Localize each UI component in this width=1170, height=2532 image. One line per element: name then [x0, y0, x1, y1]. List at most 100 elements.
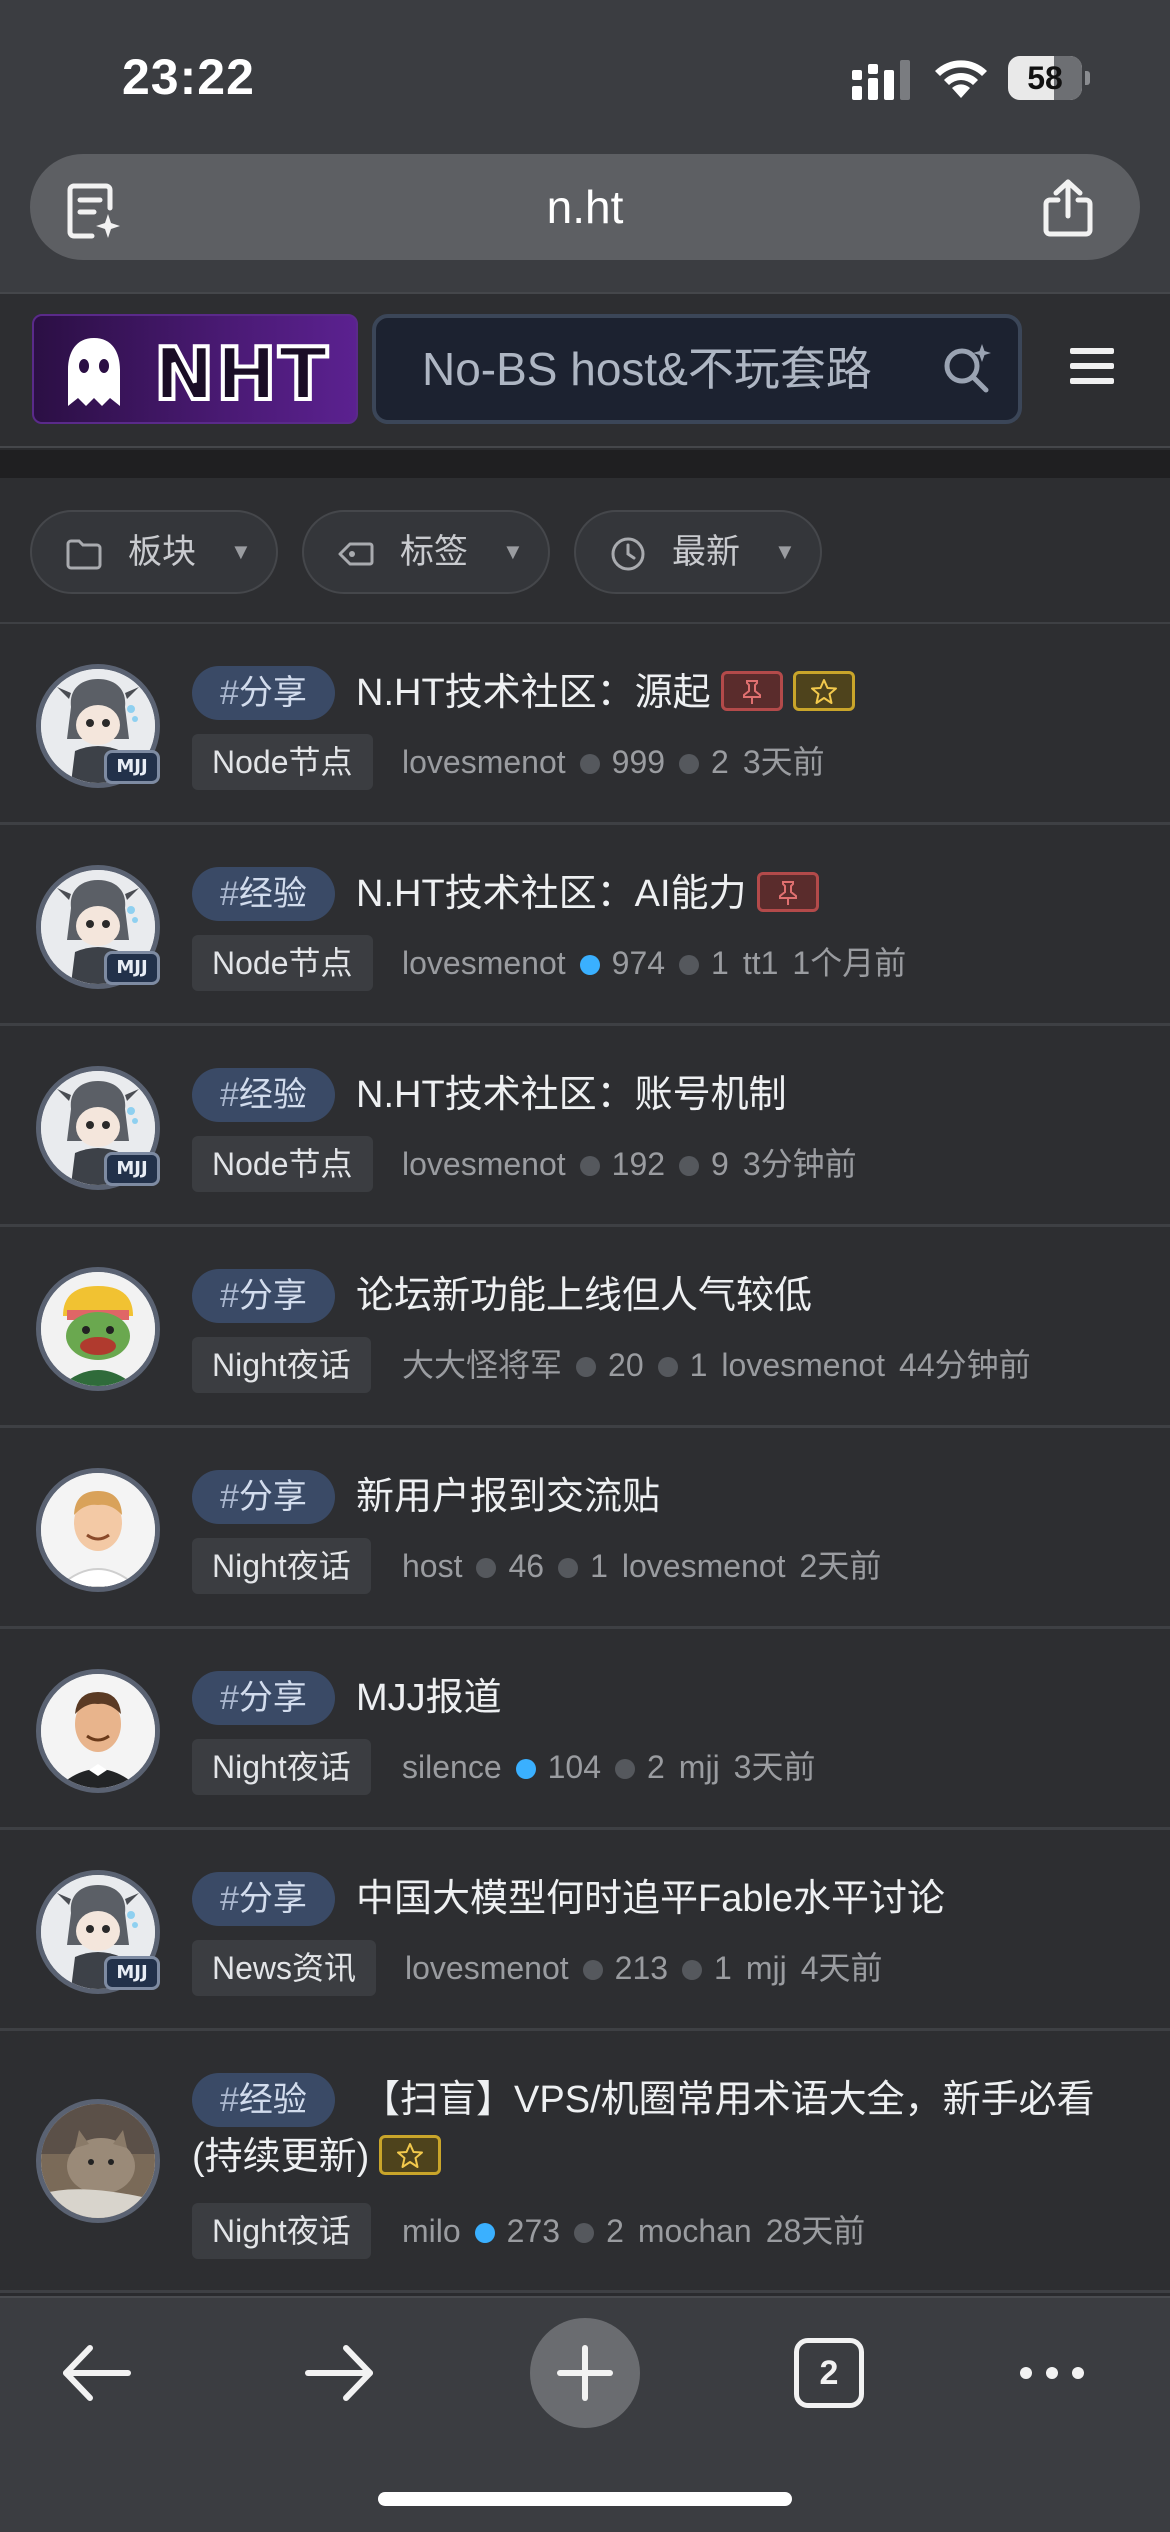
- url-text[interactable]: n.ht: [30, 154, 1140, 260]
- star-icon: [397, 2142, 424, 2168]
- post-tag[interactable]: #经验: [192, 1068, 335, 1122]
- post-replies: 2: [647, 1749, 665, 1785]
- logo-text: NHT: [152, 330, 330, 418]
- last-reply-user[interactable]: mjj: [746, 1950, 787, 1986]
- post-title[interactable]: MJJ报道: [356, 1671, 502, 1725]
- post-row[interactable]: #经验 【扫盲】VPS/机圈常用术语大全，新手必看 (持续更新) Night夜话…: [0, 2031, 1170, 2293]
- post-views: 999: [611, 744, 666, 780]
- avatar[interactable]: [36, 1267, 160, 1391]
- post-tag[interactable]: #分享: [192, 666, 335, 720]
- filter-tag-dropdown[interactable]: 标签 ▼: [302, 510, 550, 594]
- battery-icon: 58: [1008, 56, 1090, 100]
- last-reply-user[interactable]: tt1: [743, 945, 779, 981]
- post-author[interactable]: lovesmenot: [402, 945, 566, 981]
- battery-level: 58: [1027, 60, 1063, 96]
- last-reply-user[interactable]: mochan: [638, 2213, 752, 2249]
- search-input[interactable]: No-BS host&不玩套路: [372, 314, 1022, 424]
- post-title-continued[interactable]: (持续更新): [192, 2129, 442, 2185]
- avatar-badge: MJJ: [104, 1152, 160, 1186]
- post-row[interactable]: MJJ #经验 N.HT技术社区：AI能力 Node节点 lovesmenot 9…: [0, 825, 1170, 1026]
- post-title[interactable]: N.HT技术社区：AI能力: [356, 867, 819, 921]
- filter-category-label: 板块: [128, 533, 196, 571]
- post-row[interactable]: #分享 新用户报到交流贴 Night夜话 host 46 1 lovesmenot 2天…: [0, 1428, 1170, 1629]
- post-author[interactable]: milo: [402, 2213, 461, 2249]
- new-tab-button[interactable]: [530, 2318, 640, 2428]
- post-category[interactable]: Node节点: [192, 935, 373, 991]
- ai-search-icon[interactable]: [940, 342, 994, 396]
- post-author[interactable]: silence: [402, 1749, 502, 1785]
- post-author[interactable]: lovesmenot: [405, 1950, 569, 1986]
- tab-switcher-button[interactable]: 2: [794, 2338, 864, 2408]
- post-title[interactable]: 新用户报到交流贴: [356, 1470, 660, 1524]
- post-tag[interactable]: #分享: [192, 1872, 335, 1926]
- post-row[interactable]: #分享 MJJ报道 Night夜话 silence 104 2 mjj 3天前: [0, 1629, 1170, 1830]
- filter-category-dropdown[interactable]: 板块 ▼: [30, 510, 278, 594]
- general-avatar-icon: [41, 1272, 155, 1386]
- post-tag[interactable]: #分享: [192, 1470, 335, 1524]
- post-author[interactable]: 大大怪将军: [402, 1347, 562, 1383]
- post-meta: lovesmenot 999 2 3天前: [402, 734, 825, 790]
- site-header: NHT No-BS host&不玩套路: [0, 292, 1170, 448]
- more-options-icon[interactable]: [1016, 2358, 1088, 2388]
- post-category[interactable]: Node节点: [192, 1136, 373, 1192]
- status-bar: 23:22 58: [0, 0, 1170, 140]
- address-bar[interactable]: n.ht: [30, 154, 1140, 260]
- post-time: 3天前: [742, 744, 825, 780]
- hamburger-menu-icon[interactable]: [1070, 346, 1114, 386]
- post-tag[interactable]: #经验: [192, 2073, 335, 2127]
- avatar[interactable]: [36, 2099, 160, 2223]
- share-icon[interactable]: [1040, 178, 1096, 238]
- post-category[interactable]: Night夜话: [192, 2203, 371, 2259]
- filter-sort-dropdown[interactable]: 最新 ▼: [574, 510, 822, 594]
- back-arrow-icon[interactable]: [58, 2338, 134, 2408]
- post-tag[interactable]: #分享: [192, 1269, 335, 1323]
- avatar[interactable]: [36, 1468, 160, 1592]
- post-row[interactable]: MJJ #分享 N.HT技术社区：源起 Node节点 lovesmenot 999…: [0, 624, 1170, 825]
- post-title[interactable]: N.HT技术社区：源起: [356, 666, 855, 720]
- folder-icon: [66, 539, 102, 570]
- post-author[interactable]: lovesmenot: [402, 1146, 566, 1182]
- post-author[interactable]: lovesmenot: [402, 744, 566, 780]
- clock-icon: [611, 537, 645, 571]
- pin-icon: [742, 679, 761, 704]
- last-reply-user[interactable]: lovesmenot: [622, 1548, 786, 1584]
- post-time: 28天前: [765, 2213, 866, 2249]
- pinned-badge: [756, 871, 819, 912]
- post-tag[interactable]: #经验: [192, 867, 335, 921]
- post-time: 3分钟前: [742, 1146, 857, 1182]
- post-meta: host 46 1 lovesmenot 2天前: [402, 1538, 881, 1594]
- post-tag[interactable]: #分享: [192, 1671, 335, 1725]
- post-title[interactable]: 论坛新功能上线但人气较低: [356, 1269, 812, 1323]
- last-reply-user[interactable]: lovesmenot: [721, 1347, 885, 1383]
- filter-sort-label: 最新: [672, 533, 740, 571]
- post-views: 974: [611, 945, 666, 981]
- post-replies: 1: [711, 945, 729, 981]
- post-meta: lovesmenot 974 1 tt1 1个月前: [402, 935, 906, 991]
- post-views: 20: [608, 1347, 644, 1383]
- last-reply-user[interactable]: mjj: [679, 1749, 720, 1785]
- ghost-icon: [68, 338, 120, 406]
- post-category[interactable]: Node节点: [192, 734, 373, 790]
- post-row[interactable]: #分享 论坛新功能上线但人气较低 Night夜话 大大怪将军 20 1 lovesme…: [0, 1227, 1170, 1428]
- post-title[interactable]: N.HT技术社区：账号机制: [356, 1068, 787, 1122]
- post-title[interactable]: 【扫盲】VPS/机圈常用术语大全，新手必看: [362, 2073, 1095, 2127]
- post-category[interactable]: Night夜话: [192, 1538, 371, 1594]
- browser-chrome: n.ht: [0, 140, 1170, 292]
- post-row[interactable]: MJJ #经验 N.HT技术社区：账号机制 Node节点 lovesmenot 1…: [0, 1026, 1170, 1227]
- avatar-badge: MJJ: [104, 750, 160, 784]
- post-author[interactable]: host: [402, 1548, 462, 1584]
- filter-tag-label: 标签: [400, 533, 468, 571]
- post-row[interactable]: MJJ #分享 中国大模型何时追平Fable水平讨论 News资讯 lovesm…: [0, 1830, 1170, 2031]
- avatar[interactable]: [36, 1669, 160, 1793]
- forward-arrow-icon[interactable]: [302, 2338, 378, 2408]
- post-category[interactable]: Night夜话: [192, 1739, 371, 1795]
- post-category[interactable]: News资讯: [192, 1940, 377, 1996]
- avatar-badge: MJJ: [104, 951, 160, 985]
- site-logo[interactable]: NHT: [32, 314, 358, 424]
- post-title[interactable]: 中国大模型何时追平Fable水平讨论: [356, 1872, 945, 1926]
- post-replies: 1: [689, 1347, 708, 1383]
- pin-icon: [778, 880, 797, 905]
- post-category[interactable]: Night夜话: [192, 1337, 371, 1393]
- post-replies: 9: [711, 1146, 729, 1182]
- divider-band: [0, 450, 1170, 478]
